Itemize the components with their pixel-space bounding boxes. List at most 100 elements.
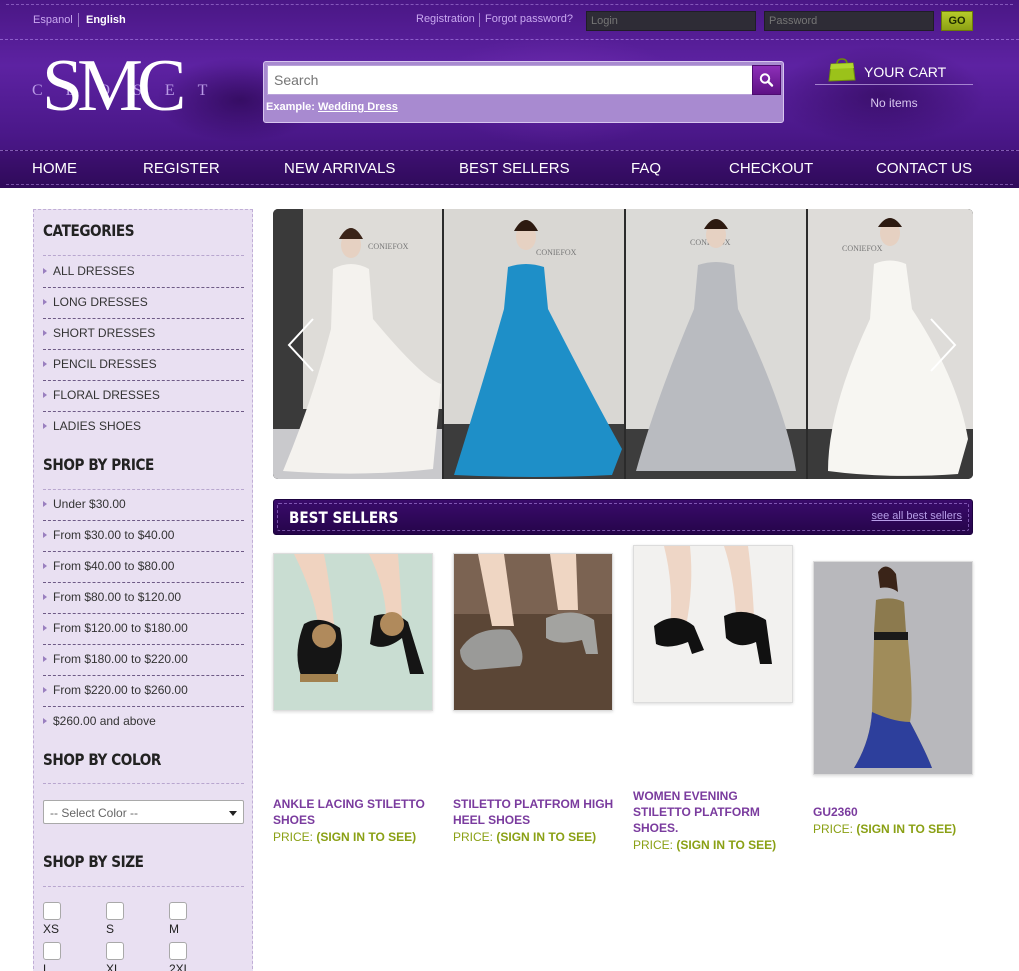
price-filter-label: From $220.00 to $260.00: [53, 683, 188, 697]
category-long-dresses[interactable]: LONG DRESSES: [43, 288, 244, 319]
nav-faq[interactable]: FAQ: [631, 160, 661, 177]
best-sellers-title: BEST SELLERS: [289, 508, 399, 527]
arrow-right-icon: [43, 532, 47, 538]
price-filter-30-40[interactable]: From $30.00 to $40.00: [43, 521, 244, 552]
size-label: 2XL: [169, 962, 191, 971]
cart-status: No items: [870, 96, 918, 110]
color-select[interactable]: -- Select Color --: [43, 800, 244, 824]
category-pencil-dresses[interactable]: PENCIL DRESSES: [43, 350, 244, 381]
price-filter-label: $260.00 and above: [53, 714, 156, 728]
price-label: PRICE:: [813, 822, 854, 836]
cart-title[interactable]: YOUR CART: [864, 64, 946, 80]
size-label: M: [169, 922, 179, 936]
product-image[interactable]: [813, 561, 973, 775]
divider: [43, 255, 244, 256]
price-label: PRICE:: [633, 838, 674, 852]
search-icon: [759, 73, 774, 87]
size-checkbox-m[interactable]: [169, 902, 187, 920]
product-photo-glitter-platform: [454, 554, 612, 710]
arrow-right-icon: [43, 299, 47, 305]
product-name[interactable]: STILETTO PLATFROM HIGH HEEL SHOES: [453, 796, 618, 828]
nav-best-sellers[interactable]: BEST SELLERS: [459, 160, 570, 177]
language-spanish-link[interactable]: Espanol: [33, 14, 73, 26]
category-ladies-shoes[interactable]: LADIES SHOES: [43, 412, 244, 443]
login-input[interactable]: [586, 11, 756, 31]
price-value[interactable]: (SIGN IN TO SEE): [316, 830, 416, 844]
svg-text:CONIEFOX: CONIEFOX: [368, 242, 409, 251]
search-example-link[interactable]: Wedding Dress: [318, 101, 398, 113]
size-checkbox-l[interactable]: [43, 942, 61, 960]
slide-image-blue-dress: CONIEFOX: [444, 209, 624, 479]
categories-heading: CATEGORIES: [43, 221, 135, 240]
category-label: FLORAL DRESSES: [53, 388, 160, 402]
search-example-prefix: Example:: [266, 101, 315, 113]
forgot-password-link[interactable]: Forgot password?: [485, 13, 573, 25]
size-label: XS: [43, 922, 60, 936]
see-all-best-sellers-link[interactable]: see all best sellers: [872, 510, 963, 522]
shop-by-price-heading: SHOP BY PRICE: [43, 455, 154, 474]
arrow-right-icon: [43, 718, 47, 724]
color-select-value: -- Select Color --: [50, 806, 139, 820]
category-all-dresses[interactable]: ALL DRESSES: [43, 257, 244, 288]
arrow-right-icon: [43, 656, 47, 662]
arrow-right-icon: [43, 330, 47, 336]
price-filter-label: From $180.00 to $220.00: [53, 652, 188, 666]
price-filter-label: From $30.00 to $40.00: [53, 528, 175, 542]
nav-home[interactable]: HOME: [32, 160, 77, 177]
best-sellers-header: BEST SELLERS see all best sellers: [273, 499, 973, 535]
svg-text:CONIEFOX: CONIEFOX: [842, 244, 883, 253]
price-filter-220-260[interactable]: From $220.00 to $260.00: [43, 676, 244, 707]
logo-wordmark: SMC: [42, 45, 186, 127]
divider: [43, 783, 244, 784]
size-checkbox-s[interactable]: [106, 902, 124, 920]
product-price: PRICE: (SIGN IN TO SEE): [453, 830, 596, 844]
chevron-down-icon: [229, 811, 237, 816]
slider-prev-icon[interactable]: [287, 317, 315, 373]
product-name[interactable]: GU2360: [813, 804, 978, 820]
registration-link[interactable]: Registration: [416, 13, 475, 25]
size-label: S: [106, 922, 115, 936]
arrow-right-icon: [43, 687, 47, 693]
price-filter-40-80[interactable]: From $40.00 to $80.00: [43, 552, 244, 583]
category-floral-dresses[interactable]: FLORAL DRESSES: [43, 381, 244, 412]
price-filter-under-30[interactable]: Under $30.00: [43, 490, 244, 521]
category-short-dresses[interactable]: SHORT DRESSES: [43, 319, 244, 350]
price-filter-80-120[interactable]: From $80.00 to $120.00: [43, 583, 244, 614]
slider-next-icon[interactable]: [929, 317, 957, 373]
product-image[interactable]: [273, 553, 433, 711]
smc-closet-logo[interactable]: CLOSET SMC: [32, 49, 217, 125]
size-checkbox-xs[interactable]: [43, 902, 61, 920]
sidebar: CATEGORIES ALL DRESSES LONG DRESSES SHOR…: [33, 209, 253, 971]
search-example: Example: Wedding Dress: [266, 101, 398, 113]
password-input[interactable]: [764, 11, 934, 31]
nav-new-arrivals[interactable]: NEW ARRIVALS: [284, 160, 395, 177]
product-name[interactable]: ANKLE LACING STILETTO SHOES: [273, 796, 438, 828]
hero-slider[interactable]: CONIEFOX CONIEFOX CONIEFOX CONIEFOX: [273, 209, 973, 479]
product-image[interactable]: [453, 553, 613, 711]
size-checkbox-xl[interactable]: [106, 942, 124, 960]
nav-checkout[interactable]: CHECKOUT: [729, 160, 813, 177]
product-image[interactable]: [633, 545, 793, 703]
price-filter-120-180[interactable]: From $120.00 to $180.00: [43, 614, 244, 645]
price-value[interactable]: (SIGN IN TO SEE): [676, 838, 776, 852]
price-filter-label: Under $30.00: [53, 497, 126, 511]
price-filter-180-220[interactable]: From $180.00 to $220.00: [43, 645, 244, 676]
price-value[interactable]: (SIGN IN TO SEE): [496, 830, 596, 844]
category-label: LADIES SHOES: [53, 419, 142, 433]
nav-contact-us[interactable]: CONTACT US: [876, 160, 972, 177]
product-photo-black-sequin-heels: [634, 546, 792, 702]
shop-by-size-heading: SHOP BY SIZE: [43, 852, 144, 871]
price-filter-260-above[interactable]: $260.00 and above: [43, 707, 244, 738]
search-button[interactable]: [752, 65, 781, 95]
search-input[interactable]: [267, 65, 753, 95]
product-price: PRICE: (SIGN IN TO SEE): [813, 822, 956, 836]
nav-register[interactable]: REGISTER: [143, 160, 220, 177]
arrow-right-icon: [43, 423, 47, 429]
product-name[interactable]: WOMEN EVENING STILETTO PLATFORM SHOES.: [633, 788, 798, 836]
size-checkbox-2xl[interactable]: [169, 942, 187, 960]
shopping-bag-icon[interactable]: [828, 58, 856, 82]
language-english-link[interactable]: English: [86, 14, 126, 26]
login-go-button[interactable]: GO: [941, 11, 973, 31]
price-value[interactable]: (SIGN IN TO SEE): [856, 822, 956, 836]
price-filter-label: From $120.00 to $180.00: [53, 621, 188, 635]
